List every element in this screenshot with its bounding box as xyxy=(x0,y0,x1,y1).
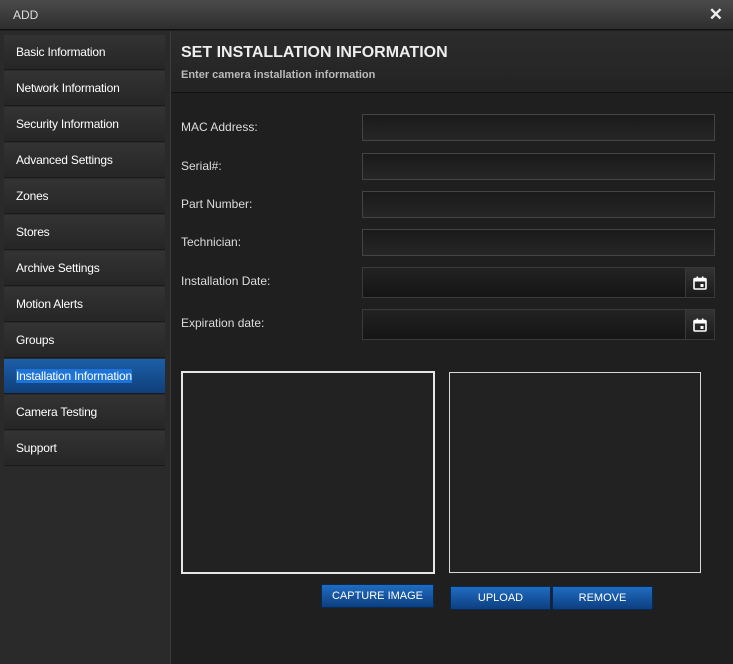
expiration-date-calendar-button[interactable] xyxy=(685,309,715,340)
sidebar-item-label: Installation Information xyxy=(16,369,132,383)
technician-field[interactable] xyxy=(362,229,715,256)
installation-date-field[interactable] xyxy=(362,267,686,298)
sidebar-item-label: Network Information xyxy=(16,81,120,95)
sidebar-item-basic-information[interactable]: Basic Information xyxy=(4,35,165,70)
calendar-icon xyxy=(693,318,707,332)
expiration-date-field[interactable] xyxy=(362,309,686,340)
serial-label: Serial#: xyxy=(181,159,222,173)
remove-button[interactable]: REMOVE xyxy=(552,586,653,610)
calendar-icon xyxy=(693,276,707,290)
technician-label: Technician: xyxy=(181,235,242,249)
window-title: ADD xyxy=(13,8,39,22)
mac-address-label: MAC Address: xyxy=(181,120,258,134)
sidebar-item-advanced-settings[interactable]: Advanced Settings xyxy=(4,143,165,178)
capture-image-button[interactable]: CAPTURE IMAGE xyxy=(321,584,434,608)
page-subtitle: Enter camera installation information xyxy=(181,69,376,81)
sidebar-item-label: Groups xyxy=(16,333,55,347)
sidebar-item-camera-testing[interactable]: Camera Testing xyxy=(4,395,165,430)
part-number-label: Part Number: xyxy=(181,197,253,211)
sidebar-item-label: Stores xyxy=(16,225,50,239)
mac-address-field[interactable] xyxy=(362,114,715,141)
sidebar-item-label: Camera Testing xyxy=(16,405,98,419)
page-title: SET INSTALLATION INFORMATION xyxy=(181,44,448,61)
sidebar-item-network-information[interactable]: Network Information xyxy=(4,71,165,106)
sidebar-item-motion-alerts[interactable]: Motion Alerts xyxy=(4,287,165,322)
sidebar-item-label: Archive Settings xyxy=(16,261,100,275)
sidebar-item-label: Support xyxy=(16,441,57,455)
sidebar-item-label: Advanced Settings xyxy=(16,153,113,167)
sidebar-item-security-information[interactable]: Security Information xyxy=(4,107,165,142)
main-panel: SET INSTALLATION INFORMATION Enter camer… xyxy=(171,31,733,664)
sidebar-item-label: Basic Information xyxy=(16,45,106,59)
installation-date-calendar-button[interactable] xyxy=(685,267,715,298)
upload-button[interactable]: UPLOAD xyxy=(450,586,551,610)
sidebar-item-label: Zones xyxy=(16,189,49,203)
sidebar-item-label: Security Information xyxy=(16,117,119,131)
sidebar-item-installation-information[interactable]: Installation Information xyxy=(4,359,165,394)
sidebar-item-label: Motion Alerts xyxy=(16,297,83,311)
installation-date-label: Installation Date: xyxy=(181,274,271,288)
section-header: SET INSTALLATION INFORMATION Enter camer… xyxy=(171,31,733,93)
title-bar: ADD ✕ xyxy=(0,0,733,30)
sidebar: Basic Information Network Information Se… xyxy=(0,31,171,664)
sidebar-item-groups[interactable]: Groups xyxy=(4,323,165,358)
close-icon[interactable]: ✕ xyxy=(709,5,723,25)
uploaded-image-preview xyxy=(449,372,701,573)
expiration-date-label: Expiration date: xyxy=(181,316,265,330)
sidebar-item-zones[interactable]: Zones xyxy=(4,179,165,214)
part-number-field[interactable] xyxy=(362,191,715,218)
sidebar-item-support[interactable]: Support xyxy=(4,431,165,466)
sidebar-item-stores[interactable]: Stores xyxy=(4,215,165,250)
serial-field[interactable] xyxy=(362,153,715,180)
sidebar-item-archive-settings[interactable]: Archive Settings xyxy=(4,251,165,286)
captured-image-preview xyxy=(181,371,435,574)
